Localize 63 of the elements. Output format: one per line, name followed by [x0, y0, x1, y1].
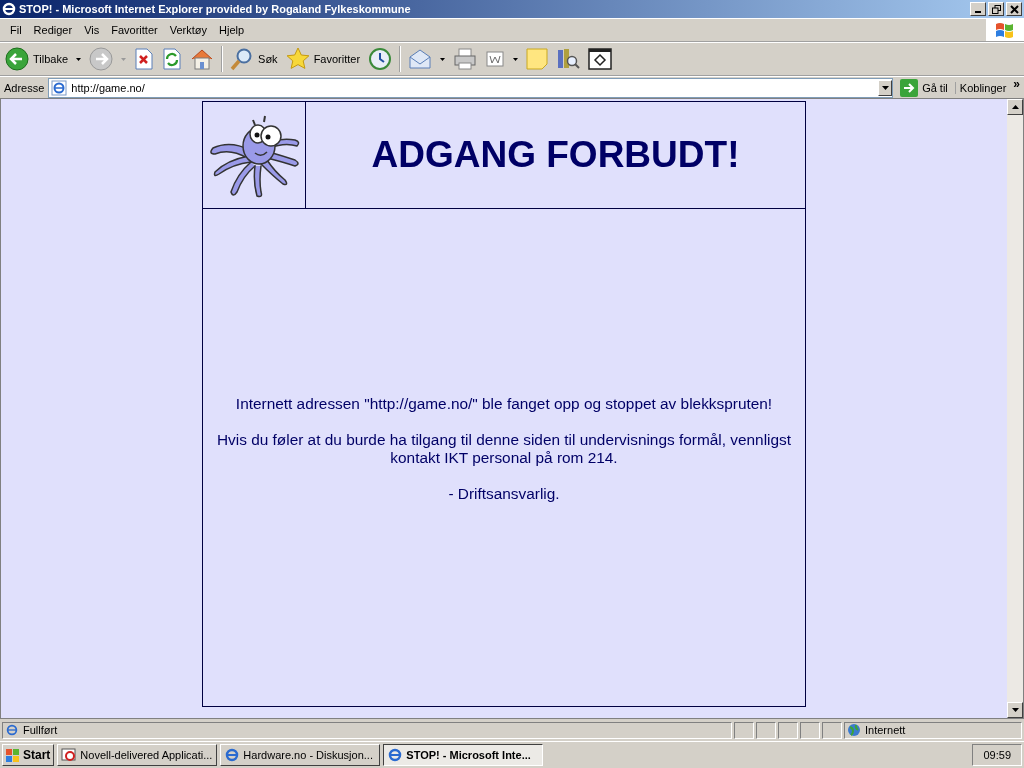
taskbar-button[interactable]: Hardware.no - Diskusjon...	[220, 744, 381, 766]
dropdown-arrow-icon[interactable]	[76, 57, 82, 61]
status-pane	[778, 721, 798, 739]
menu-item[interactable]: Hjelp	[213, 24, 251, 36]
caret-icon	[881, 85, 889, 90]
page-icon	[5, 723, 19, 737]
search-button[interactable]: Søk	[227, 45, 281, 73]
status-pane	[822, 721, 842, 739]
up-arrow-icon[interactable]	[1011, 105, 1019, 109]
menu-item[interactable]: Verktøy	[163, 24, 213, 36]
page-heading: ADGANG FORBUDT!	[371, 134, 740, 176]
chevron-button[interactable]: »	[1013, 77, 1024, 91]
status-text: Fullført	[23, 724, 58, 736]
status-pane	[734, 721, 754, 739]
status-pane	[756, 721, 776, 739]
close-button[interactable]	[1006, 2, 1022, 16]
books-icon	[556, 47, 581, 71]
printer-icon	[453, 48, 478, 70]
menu-item[interactable]: Vis	[78, 24, 106, 36]
message-text: Internett adressen "http://game.no/" ble fanget opp og stoppet av blekkspruten!	[235, 394, 773, 413]
browser-logo-icon	[2, 2, 16, 16]
taskbar-button[interactable]: Novell-delivered Applicati...	[57, 744, 218, 766]
window-title: STOP! - Microsoft Internet Explorer provided by Rogaland Fylkeskommune	[19, 3, 412, 15]
zone-text: Internett	[865, 724, 906, 736]
go-button[interactable]: Gå til	[897, 78, 951, 97]
dropdown-arrow-icon[interactable]	[513, 57, 519, 61]
address-field[interactable]: http://game.no/	[48, 77, 894, 98]
restore-button[interactable]	[988, 2, 1004, 16]
message-text: - Driftsansvarlig.	[448, 484, 560, 503]
application-icon	[61, 747, 78, 763]
dropdown-arrow-icon[interactable]	[440, 57, 446, 61]
down-arrow-icon[interactable]	[1011, 708, 1019, 712]
note-icon	[526, 48, 549, 70]
stop-icon	[134, 48, 155, 70]
dropdown-button[interactable]	[878, 79, 893, 96]
globe-icon	[847, 723, 861, 737]
refresh-icon	[162, 48, 183, 70]
back-button[interactable]: Tilbake	[2, 45, 72, 73]
scrollbar[interactable]	[1007, 99, 1023, 718]
document-icon	[485, 49, 506, 69]
browser-logo-icon	[387, 747, 404, 763]
menu-item[interactable]: Fil	[4, 24, 28, 36]
home-icon	[190, 47, 215, 71]
star-icon	[285, 47, 310, 71]
status-pane	[800, 721, 820, 739]
restore-icon	[991, 4, 1001, 14]
minimize-button[interactable]	[970, 2, 986, 16]
close-icon	[1009, 4, 1019, 14]
menu-item[interactable]: Rediger	[27, 24, 79, 36]
links-button[interactable]: Koblinger	[954, 81, 1010, 94]
favorites-button[interactable]: Favoritter	[282, 45, 364, 73]
envelope-icon	[408, 48, 433, 70]
window-icon	[588, 48, 613, 70]
clock: 09:59	[972, 744, 1022, 766]
message-text: Hvis du føler at du burde ha tilgang til denne siden til undervisnings formål, vennligst kontakt IKT personal på rom 214.	[215, 430, 792, 467]
address-label: Adresse	[4, 81, 45, 94]
start-button[interactable]: Start	[2, 744, 55, 766]
menu-item[interactable]: Favoritter	[105, 24, 164, 36]
browser-logo-icon	[224, 747, 241, 763]
page-icon	[51, 79, 68, 96]
history-icon	[368, 47, 393, 71]
taskbar-button[interactable]: STOP! - Microsoft Inte...	[383, 744, 544, 766]
windows-flag-icon	[6, 748, 20, 762]
